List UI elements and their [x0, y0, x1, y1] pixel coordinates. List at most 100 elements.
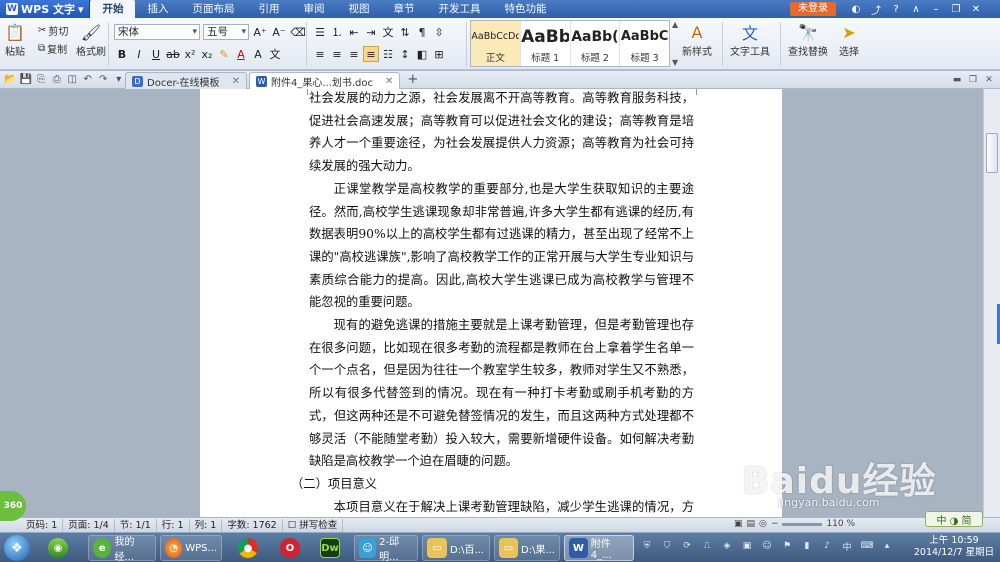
doc-minimize-icon[interactable]: ▬	[950, 73, 964, 86]
tray-expand-icon[interactable]: ▴	[880, 539, 894, 553]
redo-icon[interactable]: ↷	[97, 73, 110, 87]
bullets-icon[interactable]: ☰	[312, 24, 328, 40]
vertical-scrollbar[interactable]	[983, 89, 1000, 517]
help-icon[interactable]: ?	[888, 1, 904, 17]
tray-update-icon[interactable]: ⟳	[680, 539, 694, 553]
tray-network-icon[interactable]: ⎍	[700, 539, 714, 553]
tab-home[interactable]: 开始	[90, 0, 136, 18]
superscript-icon[interactable]: x²	[182, 46, 198, 62]
font-color-icon[interactable]: A	[233, 46, 249, 62]
font-name-combo[interactable]: 宋体	[114, 24, 200, 40]
show-marks-icon[interactable]: ¶	[414, 24, 430, 40]
tray-volume-icon[interactable]: ♪	[820, 539, 834, 553]
format-painter-button[interactable]: 🖌 格式刷	[76, 21, 106, 59]
system-clock[interactable]: 上午 10:59 2014/12/7 星期日	[912, 535, 996, 559]
styles-scroll[interactable]: ▲ ▼	[672, 20, 680, 67]
tray-flag-icon[interactable]: ⚑	[780, 539, 794, 553]
document-page[interactable]: 社会发展的动力之源，社会发展离不开高等教育。高等教育服务科技，促进社会高速发展；…	[200, 89, 782, 517]
start-button[interactable]: ❖	[4, 535, 30, 561]
find-replace-button[interactable]: 🔭 查找替换	[788, 21, 828, 59]
minimize-icon[interactable]: –	[928, 1, 944, 17]
justify-icon[interactable]: ≡	[363, 46, 379, 62]
taskbar-item[interactable]: e 我的经...	[88, 535, 156, 562]
taskbar-item-active[interactable]: W 附件4_...	[564, 535, 634, 561]
underline-icon[interactable]: U	[148, 46, 164, 62]
distributed-icon[interactable]: ☷	[380, 46, 396, 62]
taskbar-item[interactable]: ◔ WPS...	[160, 535, 222, 561]
taskbar-opera[interactable]: O	[276, 535, 304, 561]
new-style-button[interactable]: A 新样式	[682, 21, 712, 59]
phonetic-icon[interactable]: 文	[267, 46, 283, 62]
clear-format-icon[interactable]: ⌫	[290, 24, 306, 40]
ime-toolbar[interactable]: 中 ◑ 简	[925, 511, 983, 527]
taskbar-item[interactable]: ☺ 2-邱明...	[354, 535, 418, 562]
share-icon[interactable]: ⤴	[868, 1, 884, 17]
copy-button[interactable]: ⧉ 复制	[38, 40, 68, 56]
zoom-level[interactable]: 110 %	[826, 519, 855, 529]
style-heading-1[interactable]: AaBb 标题 1	[521, 21, 571, 66]
tab-review[interactable]: 审阅	[291, 0, 336, 18]
numbering-icon[interactable]: ⒈	[329, 24, 345, 40]
align-right-icon[interactable]: ≡	[346, 46, 362, 62]
paragraph-icon[interactable]: ⇳	[431, 24, 447, 40]
print-icon[interactable]: ⎙	[51, 73, 64, 87]
taskbar-chrome[interactable]: ●	[234, 535, 262, 561]
tab-chapter[interactable]: 章节	[381, 0, 426, 18]
new-tab-icon[interactable]: +	[402, 72, 423, 87]
spell-check-toggle[interactable]: ☐ 拼写检查	[283, 518, 344, 532]
decrease-indent-icon[interactable]: ⇤	[346, 24, 362, 40]
tray-keyboard-icon[interactable]: ⌨	[860, 539, 874, 553]
align-center-icon[interactable]: ≡	[329, 46, 345, 62]
doc-restore-icon[interactable]: ❐	[966, 73, 980, 86]
export-pdf-icon[interactable]: ⎘	[35, 73, 48, 87]
tab-docer[interactable]: D Docer-在线模板 ✕	[125, 72, 247, 89]
tray-antivirus-icon[interactable]: ⛉	[660, 539, 674, 553]
tab-references[interactable]: 引用	[246, 0, 291, 18]
open-icon[interactable]: 📂	[4, 73, 17, 87]
tab-insert[interactable]: 插入	[135, 0, 180, 18]
restore-icon[interactable]: ❐	[948, 1, 964, 17]
shading-icon[interactable]: ◧	[414, 46, 430, 62]
taskbar-item[interactable]: ▭ D:\百...	[422, 535, 490, 561]
scroll-down-icon[interactable]: ▼	[672, 58, 680, 67]
tray-monitor-icon[interactable]: ▣	[740, 539, 754, 553]
view-web-icon[interactable]: ◎	[759, 519, 767, 529]
tray-shield-icon[interactable]: ⛨	[640, 539, 654, 553]
scrollbar-thumb[interactable]	[986, 133, 998, 173]
save-icon[interactable]: 💾	[20, 73, 33, 87]
status-word-count[interactable]: 字数: 1762	[222, 518, 283, 532]
select-button[interactable]: ➤ 选择	[838, 21, 860, 59]
char-shading-icon[interactable]: A	[250, 46, 266, 62]
login-button[interactable]: 未登录	[790, 2, 836, 16]
undo-icon[interactable]: ↶	[82, 73, 95, 87]
taskbar-dreamweaver[interactable]: Dw	[316, 535, 344, 561]
taskbar-360-safe[interactable]: ◉	[44, 535, 72, 561]
bold-icon[interactable]: B	[114, 46, 130, 62]
text-tools-button[interactable]: 文 文字工具	[730, 21, 770, 58]
tab-view[interactable]: 视图	[336, 0, 381, 18]
doc-close-icon[interactable]: ✕	[982, 73, 996, 86]
font-size-combo[interactable]: 五号	[203, 24, 249, 40]
tray-qq-icon[interactable]: ☺	[760, 539, 774, 553]
close-tab-icon[interactable]: ✕	[385, 76, 393, 87]
view-page-icon[interactable]: ▣	[734, 519, 743, 529]
increase-indent-icon[interactable]: ⇥	[363, 24, 379, 40]
borders-icon[interactable]: ⊞	[431, 46, 447, 62]
align-left-icon[interactable]: ≡	[312, 46, 328, 62]
tab-page-layout[interactable]: 页面布局	[180, 0, 246, 18]
shrink-font-icon[interactable]: A⁻	[271, 24, 287, 40]
subscript-icon[interactable]: x₂	[199, 46, 215, 62]
zoom-out-icon[interactable]: −	[771, 519, 779, 529]
tab-developer[interactable]: 开发工具	[426, 0, 492, 18]
tray-signal-icon[interactable]: ▮	[800, 539, 814, 553]
taskbar-item[interactable]: ▭ D:\果...	[494, 535, 560, 561]
paste-button[interactable]: 📋 粘贴	[4, 21, 26, 59]
tray-ime-indicator[interactable]: 中	[840, 539, 854, 553]
collapse-icon[interactable]: ∧	[908, 1, 924, 17]
style-normal[interactable]: AaBbCcDd 正文	[471, 21, 521, 66]
close-tab-icon[interactable]: ✕	[232, 76, 240, 87]
tab-document[interactable]: W 附件4_果心...划书.doc ✕	[248, 72, 401, 89]
print-preview-icon[interactable]: ◫	[66, 73, 79, 87]
view-outline-icon[interactable]: ▤	[747, 519, 756, 529]
document-body[interactable]: 社会发展的动力之源，社会发展离不开高等教育。高等教育服务科技，促进社会高速发展；…	[291, 89, 694, 517]
